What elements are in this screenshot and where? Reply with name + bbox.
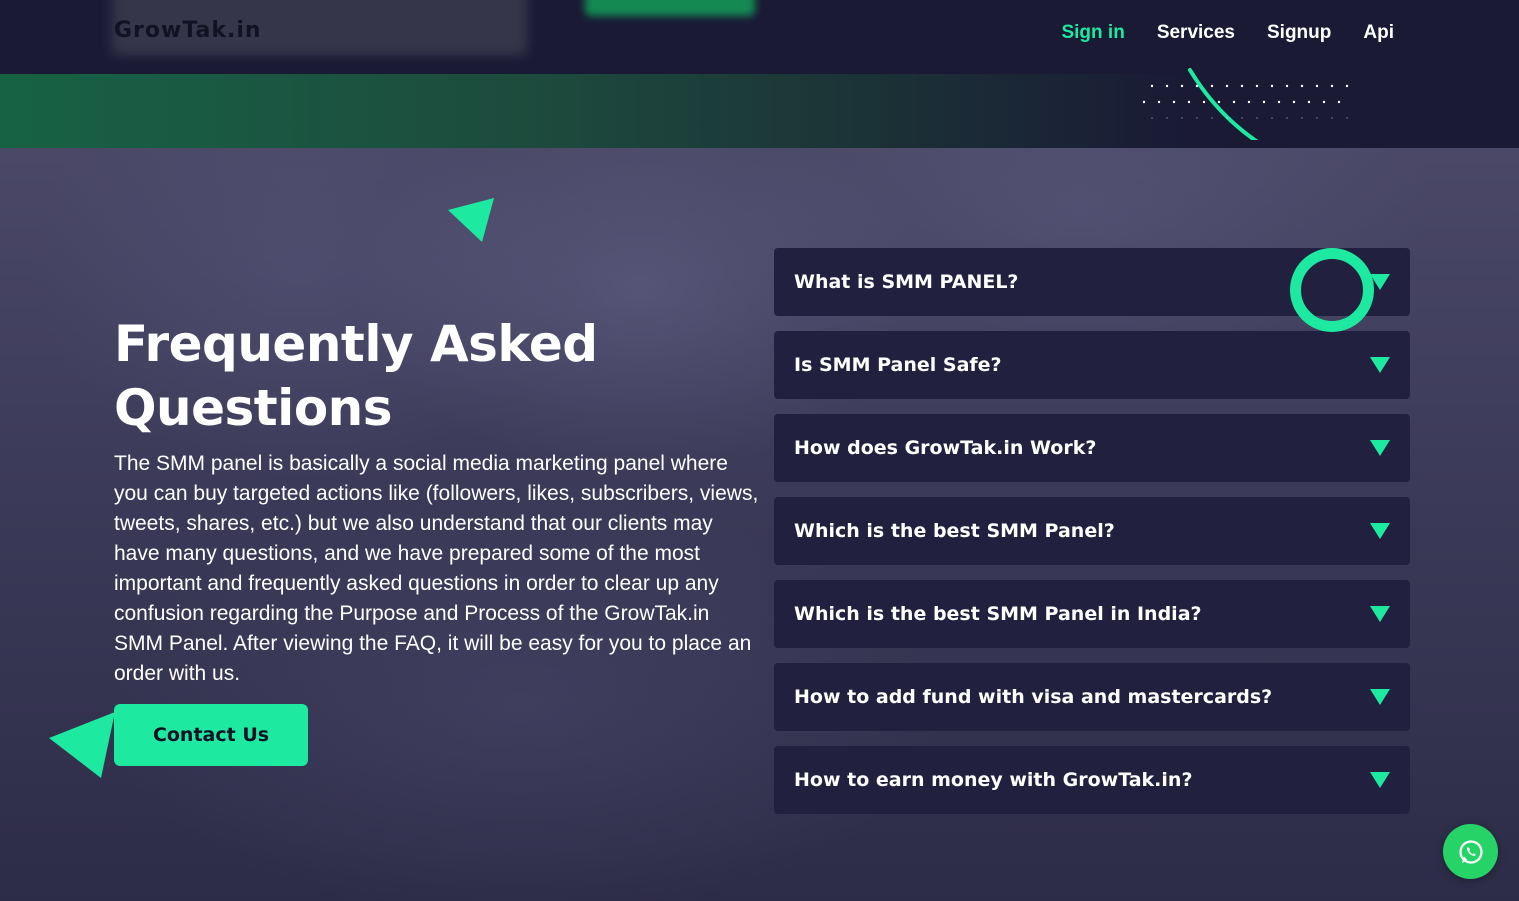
ring-decoration bbox=[1290, 248, 1374, 332]
whatsapp-icon bbox=[1458, 839, 1483, 864]
faq-item[interactable]: Which is the best SMM Panel in India? bbox=[774, 580, 1410, 648]
faq-item[interactable]: How to add fund with visa and mastercard… bbox=[774, 663, 1410, 731]
brand-logo[interactable]: GrowTak.in bbox=[114, 18, 262, 43]
triangle-decoration bbox=[448, 198, 494, 242]
caret-down-icon bbox=[1370, 606, 1390, 622]
caret-down-icon bbox=[1370, 357, 1390, 373]
nav-signup[interactable]: Signup bbox=[1267, 22, 1331, 44]
faq-question: What is SMM PANEL? bbox=[794, 271, 1019, 293]
page-title: Frequently Asked Questions bbox=[114, 315, 598, 437]
caret-down-icon bbox=[1370, 440, 1390, 456]
faq-item[interactable]: Which is the best SMM Panel? bbox=[774, 497, 1410, 565]
nav-api[interactable]: Api bbox=[1363, 22, 1394, 44]
faq-question: Which is the best SMM Panel? bbox=[794, 520, 1115, 542]
blurred-button-decoration bbox=[585, 0, 755, 16]
nav-services[interactable]: Services bbox=[1157, 22, 1235, 44]
triangle-decoration-large bbox=[49, 712, 115, 778]
nav-sign-in[interactable]: Sign in bbox=[1061, 22, 1124, 44]
caret-down-icon bbox=[1370, 523, 1390, 539]
caret-down-icon bbox=[1370, 772, 1390, 788]
faq-list: What is SMM PANEL? Is SMM Panel Safe? Ho… bbox=[774, 248, 1410, 829]
contact-us-button[interactable]: Contact Us bbox=[114, 704, 308, 766]
whatsapp-chat-button[interactable] bbox=[1443, 824, 1498, 879]
dot-grid-decoration bbox=[1142, 84, 1349, 119]
faq-item[interactable]: How does GrowTak.in Work? bbox=[774, 414, 1410, 482]
faq-question: Which is the best SMM Panel in India? bbox=[794, 603, 1202, 625]
faq-question: How does GrowTak.in Work? bbox=[794, 437, 1097, 459]
main-nav: Sign in Services Signup Api bbox=[1061, 22, 1394, 44]
faq-item[interactable]: Is SMM Panel Safe? bbox=[774, 331, 1410, 399]
caret-down-icon bbox=[1370, 689, 1390, 705]
faq-question: Is SMM Panel Safe? bbox=[794, 354, 1002, 376]
faq-question: How to earn money with GrowTak.in? bbox=[794, 769, 1193, 791]
faq-description: The SMM panel is basically a social medi… bbox=[114, 452, 759, 685]
faq-item[interactable]: How to earn money with GrowTak.in? bbox=[774, 746, 1410, 814]
faq-question: How to add fund with visa and mastercard… bbox=[794, 686, 1273, 708]
